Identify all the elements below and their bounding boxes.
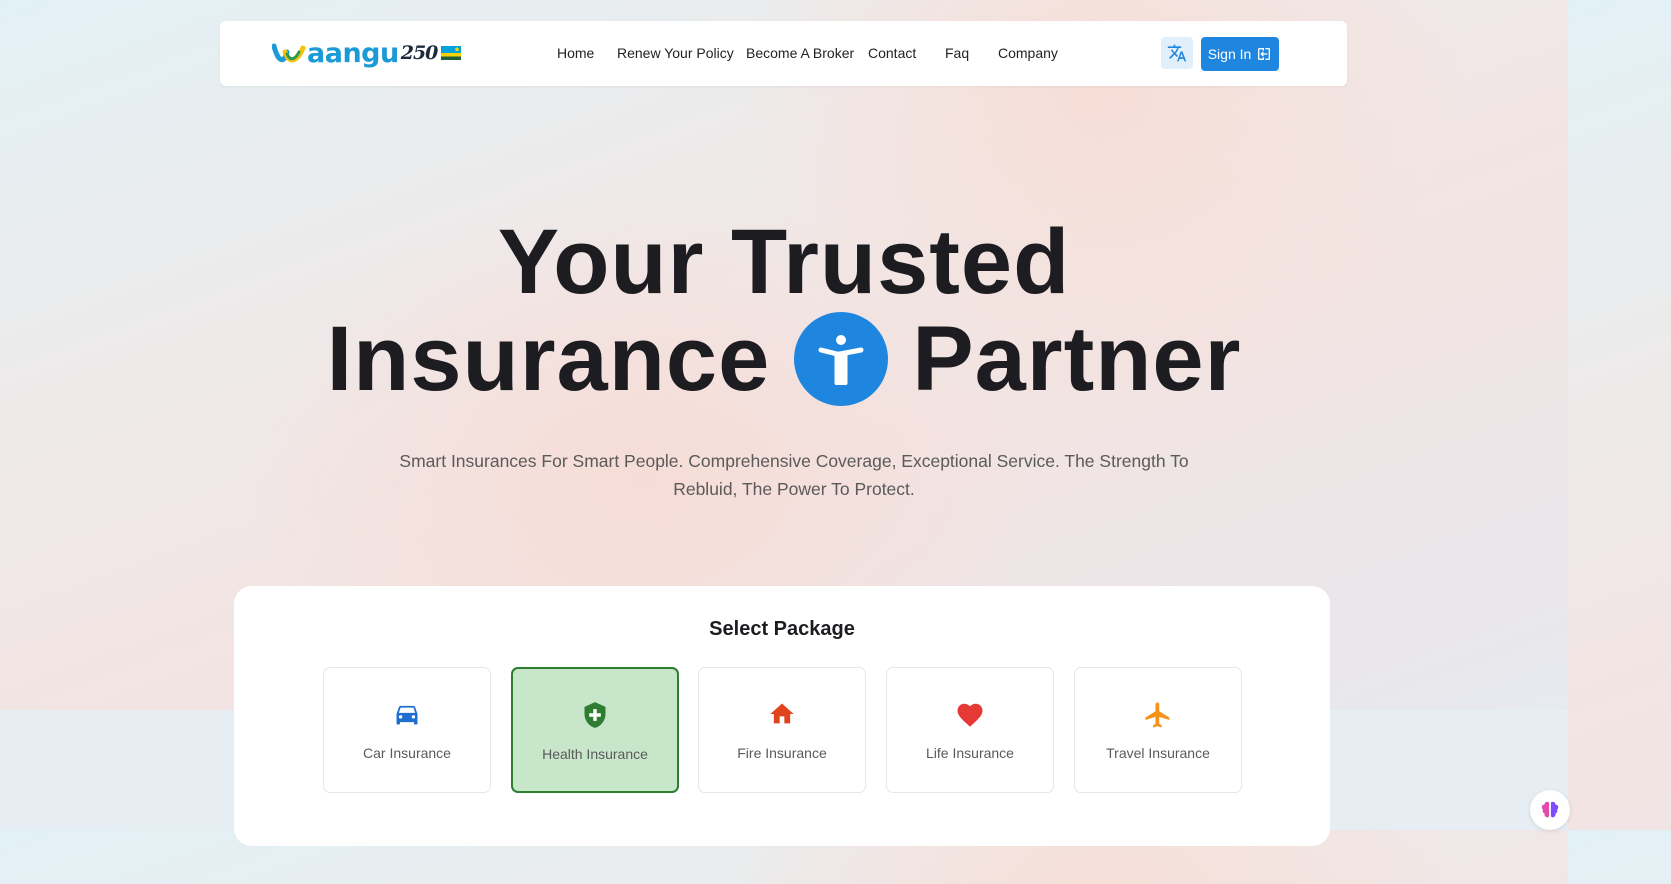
airplane-icon	[1145, 702, 1170, 728]
hero-subtitle: Smart Insurances For Smart People. Compr…	[399, 451, 1189, 499]
nav-home[interactable]: Home	[557, 45, 594, 61]
package-car[interactable]: Car Insurance	[323, 667, 491, 793]
package-selector: Select Package Car Insurance Health Insu…	[234, 586, 1330, 846]
login-icon	[1258, 48, 1271, 60]
heart-icon	[957, 703, 983, 727]
translate-icon	[1167, 44, 1187, 62]
ai-assistant-button[interactable]	[1530, 790, 1570, 830]
package-fire[interactable]: Fire Insurance	[698, 667, 866, 793]
nav-become-broker[interactable]: Become A Broker	[746, 45, 854, 61]
top-navbar: aangu 250 Home Renew Your Policy Become …	[220, 21, 1347, 86]
person-figure-icon	[818, 335, 864, 385]
language-button[interactable]	[1161, 37, 1193, 69]
nav-contact[interactable]: Contact	[868, 45, 916, 61]
package-life[interactable]: Life Insurance	[886, 667, 1054, 793]
hero-title-line-2: Insurance Partner	[0, 312, 1568, 406]
nav-faq[interactable]: Faq	[945, 45, 969, 61]
package-title: Select Package	[709, 618, 855, 640]
car-icon	[396, 705, 418, 725]
accessibility-icon	[794, 312, 889, 406]
hero-title-word-partner: Partner	[912, 308, 1242, 410]
sign-in-label: Sign In	[1207, 46, 1252, 62]
package-travel-label: Travel Insurance	[1106, 745, 1210, 761]
sign-in-button[interactable]: Sign In	[1201, 37, 1279, 71]
nav-company[interactable]: Company	[998, 45, 1058, 61]
package-car-label: Car Insurance	[363, 745, 451, 761]
package-fire-label: Fire Insurance	[737, 745, 827, 761]
brain-icon	[1541, 801, 1559, 818]
package-travel[interactable]: Travel Insurance	[1074, 667, 1242, 793]
hero-title-line-1: Your Trusted	[497, 211, 1071, 313]
package-health[interactable]: Health Insurance	[511, 667, 679, 793]
package-life-label: Life Insurance	[926, 745, 1014, 761]
health-shield-icon	[584, 702, 606, 728]
package-health-label: Health Insurance	[542, 746, 648, 762]
house-icon	[770, 703, 794, 724]
nav-renew-policy[interactable]: Renew Your Policy	[617, 45, 734, 61]
hero-title-word-insurance: Insurance	[326, 308, 771, 410]
